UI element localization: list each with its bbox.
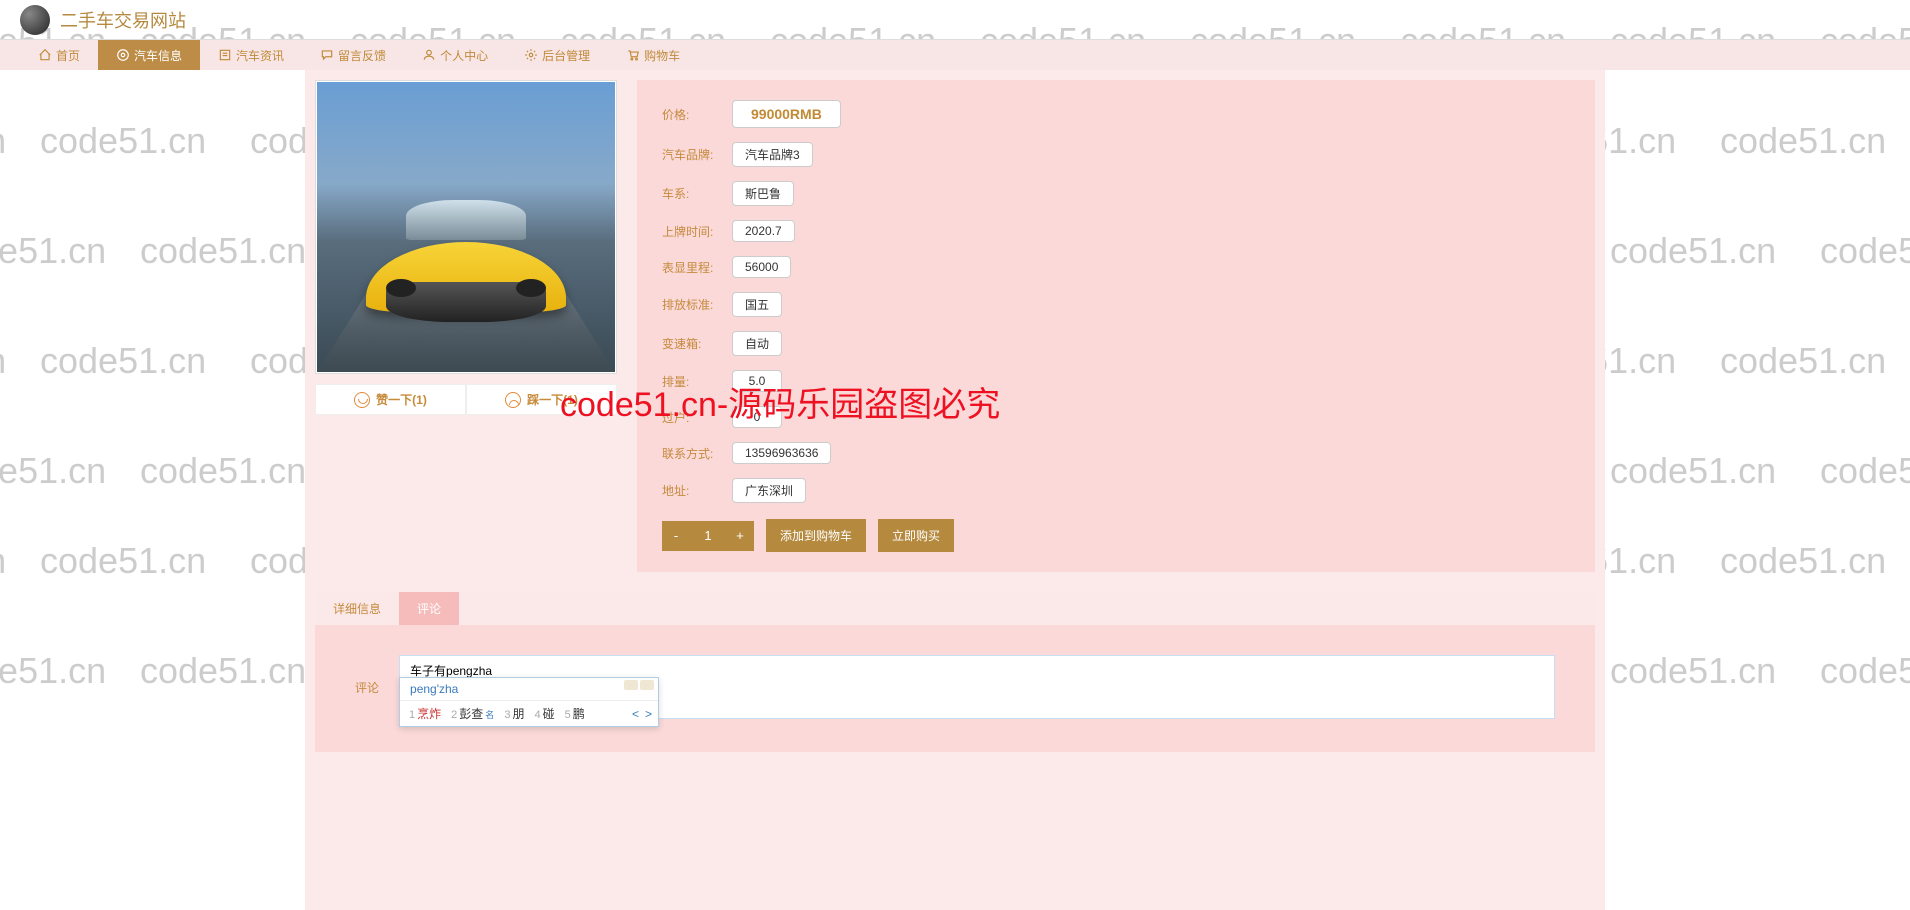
site-title: 二手车交易网站: [60, 7, 186, 33]
logo-icon: [20, 5, 50, 35]
nav-bar: 首页 汽车信息 汽车资讯 留言反馈 个人中心 后台管理 购物车: [0, 40, 1910, 70]
nav-cart[interactable]: 购物车: [608, 40, 698, 70]
ime-tool-icon[interactable]: [640, 680, 654, 690]
nav-home[interactable]: 首页: [20, 40, 98, 70]
vote-down-label: 踩一下(1): [527, 391, 578, 408]
addr-label: 地址:: [662, 482, 732, 499]
price-label: 价格:: [662, 106, 732, 123]
user-icon: [422, 48, 436, 62]
header: 二手车交易网站: [0, 0, 1910, 40]
nav-feedback-label: 留言反馈: [338, 47, 386, 64]
ime-nav: < >: [632, 707, 652, 721]
gearbox-label: 变速箱:: [662, 335, 732, 352]
nav-home-label: 首页: [56, 47, 80, 64]
home-icon: [38, 48, 52, 62]
tab-detail[interactable]: 详细信息: [315, 592, 399, 625]
nav-car-info[interactable]: 汽车信息: [98, 40, 200, 70]
nav-profile[interactable]: 个人中心: [404, 40, 506, 70]
details-panel: 价格:99000RMB 汽车品牌:汽车品牌3 车系:斯巴鲁 上牌时间:2020.…: [637, 80, 1595, 572]
comment-label: 评论: [355, 655, 379, 696]
nav-feedback[interactable]: 留言反馈: [302, 40, 404, 70]
admin-icon: [524, 48, 538, 62]
ime-candidate[interactable]: 1烹炸: [406, 705, 444, 722]
price-value: 99000RMB: [732, 100, 841, 128]
displace-label: 排量:: [662, 373, 732, 390]
brand-value: 汽车品牌3: [732, 142, 813, 167]
nav-admin[interactable]: 后台管理: [506, 40, 608, 70]
mileage-value: 56000: [732, 256, 791, 278]
nav-admin-label: 后台管理: [542, 47, 590, 64]
mileage-label: 表显里程:: [662, 259, 732, 276]
ime-candidate[interactable]: 2彭查名: [448, 705, 497, 722]
ime-candidate[interactable]: 4碰: [531, 705, 557, 722]
add-to-cart-button[interactable]: 添加到购物车: [766, 519, 866, 552]
qty-stepper: - 1 +: [662, 521, 754, 551]
ime-pinyin: peng'zha: [400, 678, 658, 701]
news-icon: [218, 48, 232, 62]
regdate-value: 2020.7: [732, 220, 795, 242]
comment-panel: 评论 车子有pengzha peng'zha 1烹炸2彭查名3朋4碰5: [315, 625, 1595, 752]
series-value: 斯巴鲁: [732, 181, 794, 206]
message-icon: [320, 48, 334, 62]
smile-icon: [354, 392, 370, 408]
transfer-label: 过户:: [662, 409, 732, 426]
emission-label: 排放标准:: [662, 296, 732, 313]
vote-up-button[interactable]: 赞一下(1): [315, 384, 466, 415]
nav-cart-label: 购物车: [644, 47, 680, 64]
tab-comment[interactable]: 评论: [399, 592, 459, 625]
gearbox-value: 自动: [732, 331, 782, 356]
displace-value: 5.0: [732, 370, 782, 392]
nav-car-info-label: 汽车信息: [134, 47, 182, 64]
cart-icon: [626, 48, 640, 62]
car-image: [315, 80, 617, 374]
emission-value: 国五: [732, 292, 782, 317]
contact-value: 13596963636: [732, 442, 831, 464]
transfer-value: 0: [732, 406, 782, 428]
nav-news[interactable]: 汽车资讯: [200, 40, 302, 70]
series-label: 车系:: [662, 185, 732, 202]
buy-now-button[interactable]: 立即购买: [878, 519, 954, 552]
qty-value: 1: [690, 521, 726, 551]
ime-tool-icon[interactable]: [624, 680, 638, 690]
qty-plus-button[interactable]: +: [726, 521, 754, 551]
ime-candidate-box: peng'zha 1烹炸2彭查名3朋4碰 5鹏 < >: [399, 677, 659, 727]
ime-candidate[interactable]: 3朋: [501, 705, 527, 722]
contact-label: 联系方式:: [662, 445, 732, 462]
sad-icon: [505, 392, 521, 408]
addr-value: 广东深圳: [732, 478, 806, 503]
ime-next-button[interactable]: >: [645, 707, 652, 721]
qty-minus-button[interactable]: -: [662, 521, 690, 551]
nav-profile-label: 个人中心: [440, 47, 488, 64]
ime-candidate[interactable]: 5鹏: [562, 705, 588, 722]
vote-up-label: 赞一下(1): [376, 391, 427, 408]
tabs: 详细信息 评论: [315, 592, 1595, 625]
car-icon: [116, 48, 130, 62]
brand-label: 汽车品牌:: [662, 146, 732, 163]
vote-down-button[interactable]: 踩一下(1): [466, 384, 617, 415]
nav-news-label: 汽车资讯: [236, 47, 284, 64]
ime-prev-button[interactable]: <: [632, 707, 639, 721]
regdate-label: 上牌时间:: [662, 223, 732, 240]
